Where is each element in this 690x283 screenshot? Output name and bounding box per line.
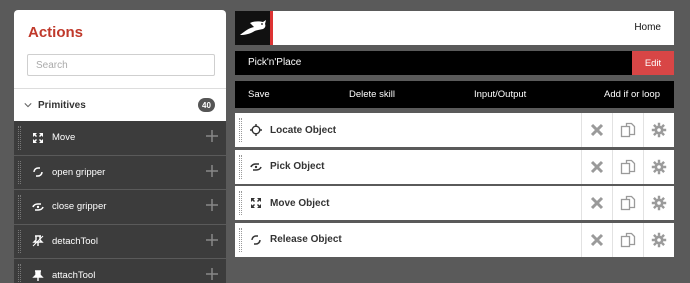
close-icon bbox=[590, 123, 604, 137]
add-if-or-loop-button[interactable]: Add if or loop bbox=[604, 89, 660, 100]
sidebar-item-close-gripper[interactable]: close gripper bbox=[14, 190, 226, 225]
gripper-open-icon bbox=[250, 234, 262, 246]
skill-menu-bar: Save Delete skill Input/Output Add if or… bbox=[235, 81, 674, 108]
drag-handle[interactable] bbox=[18, 195, 21, 219]
step-settings-button[interactable] bbox=[643, 149, 674, 184]
home-link[interactable]: Home bbox=[634, 22, 661, 33]
close-icon bbox=[590, 233, 604, 246]
add-icon[interactable] bbox=[206, 268, 218, 280]
step-move-object[interactable]: Move Object bbox=[235, 186, 674, 220]
step-settings-button[interactable] bbox=[643, 222, 674, 257]
section-primitives[interactable]: Primitives 40 bbox=[14, 95, 226, 115]
copy-icon bbox=[620, 122, 636, 138]
search-input[interactable] bbox=[27, 54, 215, 76]
top-navbar: Home bbox=[235, 11, 674, 45]
copy-icon bbox=[620, 159, 636, 174]
sidebar-item-label: attachTool bbox=[52, 270, 96, 282]
close-icon bbox=[590, 196, 604, 210]
step-pick-object[interactable]: Pick Object bbox=[235, 149, 674, 184]
delete-step-button[interactable] bbox=[581, 186, 612, 220]
bird-logo-icon[interactable] bbox=[235, 11, 273, 45]
sidebar-item-detach-tool[interactable]: detachTool bbox=[14, 224, 226, 259]
delete-skill-button[interactable]: Delete skill bbox=[349, 89, 395, 100]
sidebar-item-label: close gripper bbox=[52, 201, 107, 213]
duplicate-step-button[interactable] bbox=[612, 149, 643, 184]
move-arrows-icon bbox=[250, 197, 262, 209]
add-icon[interactable] bbox=[206, 199, 218, 211]
skill-steps-list: Locate Object Pick Object Move Object Re… bbox=[235, 113, 674, 259]
chevron-down-icon bbox=[24, 103, 32, 108]
step-settings-button[interactable] bbox=[643, 186, 674, 220]
divider bbox=[14, 88, 226, 89]
delete-step-button[interactable] bbox=[581, 113, 612, 147]
primitives-list: Move open gripper close gripper detachTo… bbox=[14, 121, 226, 283]
copy-icon bbox=[620, 195, 636, 211]
edit-button[interactable]: Edit bbox=[632, 51, 674, 75]
gear-icon bbox=[651, 159, 667, 174]
save-button[interactable]: Save bbox=[248, 89, 270, 100]
add-icon[interactable] bbox=[206, 164, 218, 177]
drag-handle[interactable] bbox=[18, 126, 21, 150]
step-settings-button[interactable] bbox=[643, 113, 674, 147]
attach-pin-icon bbox=[32, 270, 44, 282]
close-icon bbox=[590, 160, 604, 173]
sidebar-item-move[interactable]: Move bbox=[14, 121, 226, 156]
actions-sidebar: Actions Primitives 40 Move open gripper bbox=[14, 10, 226, 283]
skill-header: Pick'n'Place Edit bbox=[235, 51, 674, 75]
duplicate-step-button[interactable] bbox=[612, 222, 643, 257]
add-icon[interactable] bbox=[206, 130, 218, 142]
input-output-button[interactable]: Input/Output bbox=[474, 89, 526, 100]
logo-accent-stripe bbox=[270, 11, 273, 45]
skill-name: Pick'n'Place bbox=[248, 57, 302, 68]
duplicate-step-button[interactable] bbox=[612, 113, 643, 147]
gripper-close-icon bbox=[32, 201, 44, 213]
copy-icon bbox=[620, 232, 636, 247]
drag-handle[interactable] bbox=[239, 227, 242, 252]
step-locate-object[interactable]: Locate Object bbox=[235, 113, 674, 147]
drag-handle[interactable] bbox=[18, 160, 21, 184]
gripper-open-icon bbox=[32, 166, 44, 178]
step-label: Move Object bbox=[270, 197, 330, 209]
drag-handle[interactable] bbox=[239, 191, 242, 215]
drag-handle[interactable] bbox=[18, 264, 21, 283]
delete-step-button[interactable] bbox=[581, 149, 612, 184]
crosshair-icon bbox=[250, 124, 262, 136]
drag-handle[interactable] bbox=[18, 229, 21, 253]
sidebar-title: Actions bbox=[28, 24, 84, 41]
drag-handle[interactable] bbox=[239, 154, 242, 179]
sidebar-item-label: Move bbox=[52, 132, 76, 144]
step-label: Locate Object bbox=[270, 124, 337, 136]
count-badge: 40 bbox=[198, 98, 215, 112]
add-icon[interactable] bbox=[206, 233, 218, 246]
step-label: Release Object bbox=[270, 234, 342, 245]
sidebar-item-attach-tool[interactable]: attachTool bbox=[14, 259, 226, 283]
duplicate-step-button[interactable] bbox=[612, 186, 643, 220]
move-arrows-icon bbox=[32, 132, 44, 144]
detach-pin-icon bbox=[32, 235, 44, 247]
gear-icon bbox=[651, 195, 667, 211]
sidebar-item-label: detachTool bbox=[52, 235, 98, 247]
sidebar-item-open-gripper[interactable]: open gripper bbox=[14, 155, 226, 190]
step-label: Pick Object bbox=[270, 161, 325, 172]
gripper-close-icon bbox=[250, 161, 262, 173]
delete-step-button[interactable] bbox=[581, 222, 612, 257]
step-release-object[interactable]: Release Object bbox=[235, 222, 674, 257]
section-label: Primitives bbox=[38, 99, 86, 111]
gear-icon bbox=[651, 122, 667, 138]
drag-handle[interactable] bbox=[239, 118, 242, 142]
gear-icon bbox=[651, 232, 667, 247]
sidebar-item-label: open gripper bbox=[52, 166, 106, 178]
